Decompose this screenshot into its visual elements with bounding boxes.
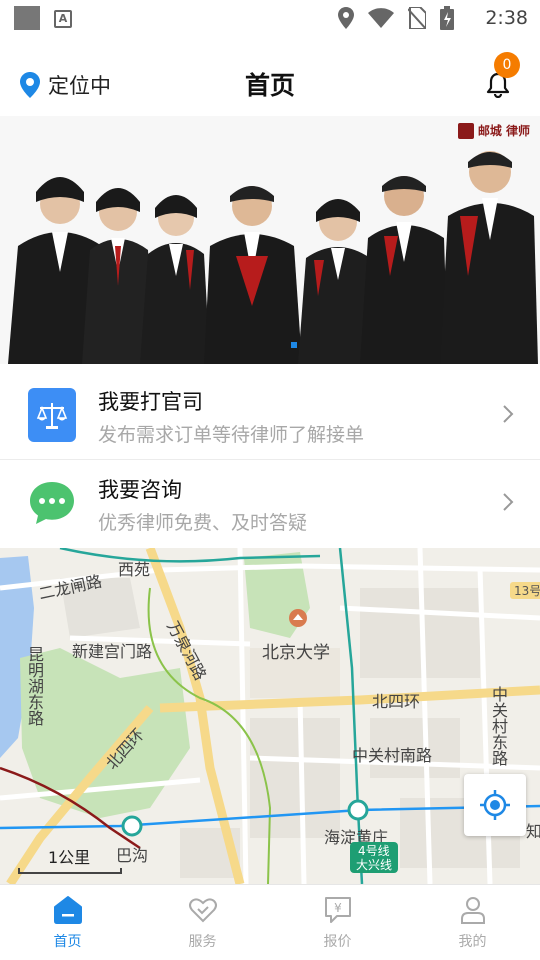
- map-label: 13号: [510, 582, 540, 599]
- map-label: 北京大学: [262, 643, 330, 663]
- tab-home[interactable]: 首页: [0, 885, 135, 960]
- scales-icon: [28, 388, 76, 442]
- menu-title: 我要咨询: [98, 478, 182, 502]
- tab-label: 首页: [53, 934, 82, 950]
- map-label: 北四环: [372, 692, 421, 711]
- locate-me-button[interactable]: [464, 774, 526, 836]
- bottom-tab-bar: 首页 服务 ¥ 报价 我的: [0, 884, 540, 960]
- battery-icon: [440, 6, 454, 30]
- map-label: 中关村南路: [352, 746, 433, 765]
- consult-entry[interactable]: 我要咨询 优秀律师免费、及时答疑: [0, 460, 540, 548]
- law-firm-logo-mark: [457, 122, 474, 139]
- user-icon: [460, 897, 485, 924]
- quote-icon: ¥: [324, 897, 351, 923]
- status-bar: A 2:38: [0, 0, 540, 36]
- tab-label: 我的: [458, 934, 487, 950]
- clock: 2:38: [485, 7, 528, 29]
- home-icon: [53, 896, 82, 924]
- status-icons: [338, 6, 454, 30]
- location-status-icon: [338, 7, 354, 29]
- chevron-right-icon: [503, 493, 514, 511]
- banner-carousel[interactable]: 邮城 律师: [0, 116, 540, 364]
- map-label: 新建宫门路: [72, 642, 153, 661]
- notification-badge: 0: [494, 52, 520, 78]
- map-label: 知: [526, 822, 540, 841]
- law-firm-logo-text: 邮城 律师: [477, 124, 530, 138]
- map-label: 大兴线: [350, 856, 399, 873]
- menu-title: 我要打官司: [98, 390, 203, 414]
- app-header: 定位中 首页 0: [0, 44, 540, 120]
- page-title: 首页: [244, 71, 295, 100]
- map-label: 巴沟: [116, 846, 149, 865]
- map-scale-label: 1公里: [48, 848, 91, 867]
- svg-text:¥: ¥: [334, 901, 342, 915]
- map-label: 西苑: [118, 560, 151, 579]
- tab-label: 报价: [323, 934, 352, 950]
- notification-app-icon: [14, 6, 40, 30]
- law-firm-logo: 邮城 律师: [457, 122, 530, 139]
- menu-subtitle: 优秀律师免费、及时答疑: [98, 512, 308, 534]
- chevron-right-icon: [503, 405, 514, 423]
- banner-lawyers-photo: [0, 116, 540, 364]
- carousel-indicator: [291, 342, 297, 348]
- menu-subtitle: 发布需求订单等待律师了解接单: [98, 424, 365, 446]
- wifi-icon: [368, 8, 394, 28]
- map-canvas: [0, 548, 540, 884]
- keyboard-a-icon: A: [54, 10, 72, 28]
- map-label: 中关村东路: [489, 686, 508, 766]
- tab-label: 服务: [188, 934, 217, 950]
- tab-services[interactable]: 服务: [135, 885, 270, 960]
- tab-quote[interactable]: ¥ 报价: [270, 885, 405, 960]
- crosshair-icon: [480, 790, 510, 820]
- no-sim-icon: [408, 7, 426, 29]
- heart-icon: [188, 898, 217, 923]
- map-view[interactable]: 西苑 二龙闸路 万泉河路 新建宫门路 北京大学 昆明湖东路 北四环 北四环 中关…: [0, 548, 540, 884]
- tab-profile[interactable]: 我的: [405, 885, 540, 960]
- lawsuit-entry[interactable]: 我要打官司 发布需求订单等待律师了解接单: [0, 372, 540, 460]
- map-scale-bar: [18, 868, 122, 874]
- map-label: 昆明湖东路: [25, 646, 44, 726]
- chat-bubble-icon: [28, 476, 76, 530]
